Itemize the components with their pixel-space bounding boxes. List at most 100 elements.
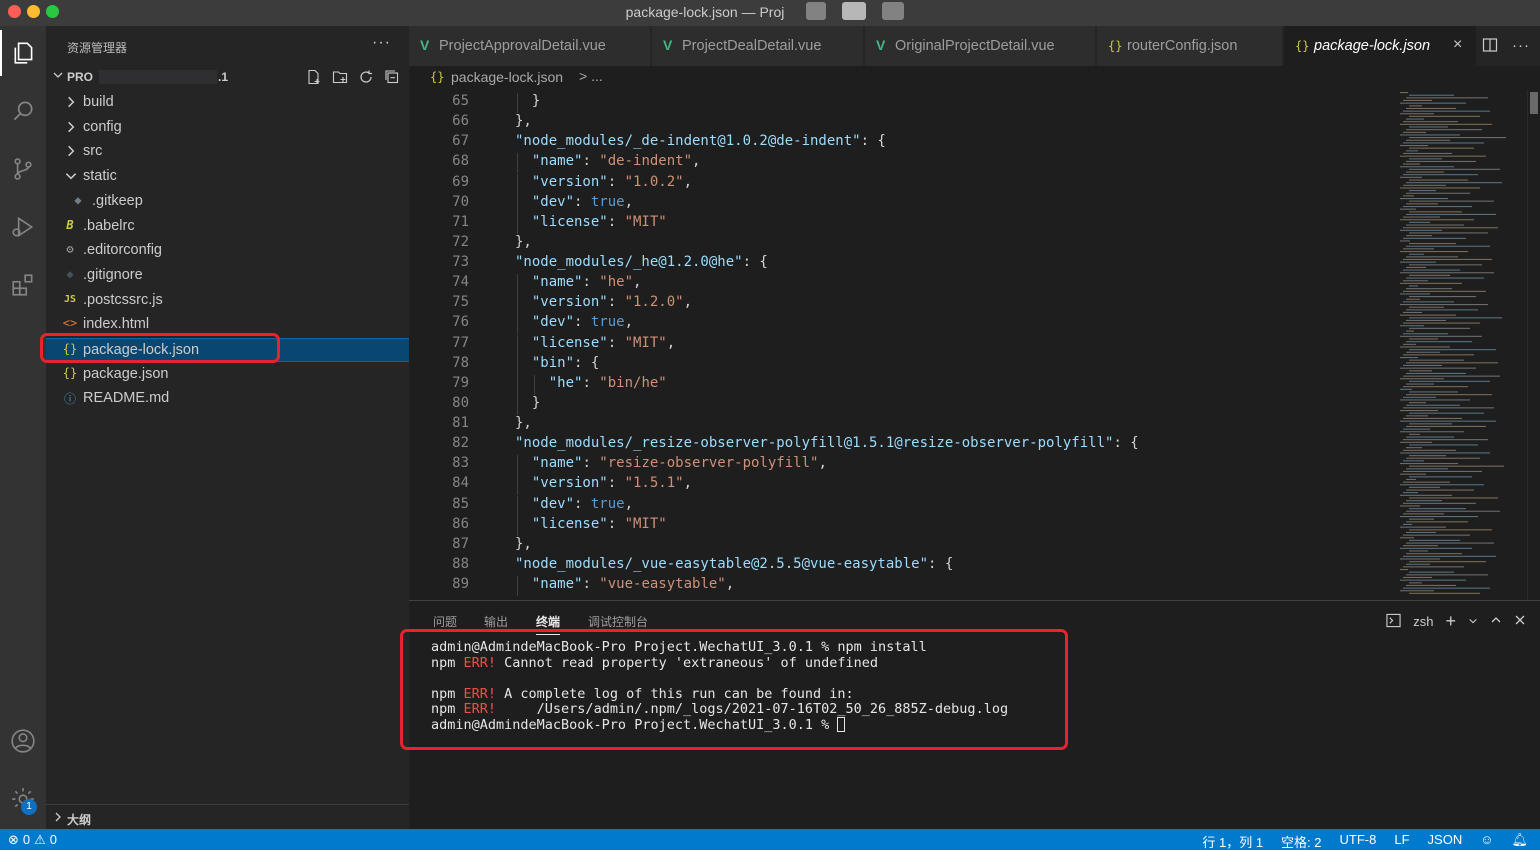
new-terminal-icon[interactable]: + bbox=[1445, 611, 1456, 632]
search-icon[interactable] bbox=[0, 88, 46, 134]
panel-tab[interactable]: 调试控制台 bbox=[588, 613, 648, 630]
new-file-icon[interactable] bbox=[305, 68, 323, 86]
tree-folder[interactable]: static bbox=[46, 165, 409, 189]
code-line[interactable]: 68 "name": "de-indent", bbox=[409, 153, 1394, 173]
code-line[interactable]: 85 "dev": true, bbox=[409, 496, 1394, 516]
code-line[interactable]: 89 "name": "vue-easytable", bbox=[409, 576, 1394, 596]
tab-label: ProjectDealDetail.vue bbox=[682, 38, 822, 54]
panel-tab[interactable]: 终端 bbox=[536, 613, 561, 635]
extensions-icon[interactable] bbox=[0, 262, 46, 308]
tree-file[interactable]: ◆ .gitkeep bbox=[46, 190, 409, 214]
code-line[interactable]: 74 "name": "he", bbox=[409, 274, 1394, 294]
code-line[interactable]: 88 "node_modules/_vue-easytable@2.5.5@vue… bbox=[409, 556, 1394, 576]
code-line[interactable]: 72}, bbox=[409, 234, 1394, 254]
code-line[interactable]: 87}, bbox=[409, 536, 1394, 556]
cursor-position[interactable]: 行 1，列 1 bbox=[1202, 832, 1263, 850]
feedback-icon[interactable]: ☺ bbox=[1480, 832, 1493, 850]
title-bar: package-lock.json — Proj bbox=[0, 0, 1540, 26]
outline-label: 大纲 bbox=[67, 813, 92, 827]
code-line[interactable]: 73 "node_modules/_he@1.2.0@he": { bbox=[409, 254, 1394, 274]
code-token: "node_modules/_resize-observer-polyfill@… bbox=[515, 435, 1114, 452]
tree-file[interactable]: JS .postcssrc.js bbox=[46, 289, 409, 313]
settings-gear-icon[interactable] bbox=[0, 776, 46, 822]
code-line[interactable]: 84 "version": "1.5.1", bbox=[409, 475, 1394, 495]
project-root-row[interactable]: PRO .1 bbox=[46, 66, 409, 88]
explorer-title: 资源管理器 bbox=[67, 41, 128, 55]
code-line[interactable]: 71 "license": "MIT" bbox=[409, 214, 1394, 234]
breadcrumb-file[interactable]: package-lock.json bbox=[451, 69, 563, 85]
tree-folder[interactable]: config bbox=[46, 116, 409, 140]
line-number: 81 bbox=[452, 415, 469, 432]
line-number: 79 bbox=[452, 374, 469, 391]
code-text: "license": "MIT" bbox=[532, 516, 667, 532]
code-line[interactable]: 66}, bbox=[409, 113, 1394, 133]
editor-tab[interactable]: V ProjectDealDetail.vue bbox=[652, 26, 864, 66]
editor-tab[interactable]: {} package-lock.json × bbox=[1284, 26, 1477, 66]
editor-scrollbar-thumb[interactable] bbox=[1530, 92, 1538, 114]
source-control-icon[interactable] bbox=[0, 146, 46, 192]
indentation[interactable]: 空格: 2 bbox=[1281, 832, 1321, 850]
code-token: "bin/he" bbox=[599, 374, 667, 391]
panel-tab[interactable]: 问题 bbox=[433, 613, 457, 630]
tree-file[interactable]: ◆ .gitignore bbox=[46, 264, 409, 288]
code-token: "license" bbox=[531, 213, 608, 230]
more-actions-icon[interactable]: ··· bbox=[1512, 37, 1530, 57]
explorer-icon[interactable] bbox=[0, 30, 46, 76]
code-line[interactable]: 81}, bbox=[409, 415, 1394, 435]
code-line[interactable]: 70 "dev": true, bbox=[409, 194, 1394, 214]
editor-scrollbar[interactable] bbox=[1527, 90, 1540, 600]
more-actions-icon[interactable]: ··· bbox=[372, 34, 391, 52]
code-line[interactable]: 65} bbox=[409, 93, 1394, 113]
tree-file[interactable]: ⚙ .editorconfig bbox=[46, 239, 409, 263]
code-line[interactable]: 76 "dev": true, bbox=[409, 314, 1394, 334]
chevron-down-icon[interactable] bbox=[1468, 614, 1478, 629]
code-line[interactable]: 82 "node_modules/_resize-observer-polyfil… bbox=[409, 435, 1394, 455]
close-tab-icon[interactable]: × bbox=[1453, 36, 1462, 54]
code-line[interactable]: 86 "license": "MIT" bbox=[409, 516, 1394, 536]
panel-tab[interactable]: 输出 bbox=[484, 613, 508, 630]
encoding[interactable]: UTF-8 bbox=[1340, 832, 1377, 850]
file-type-icon: JS bbox=[63, 293, 77, 305]
run-debug-icon[interactable] bbox=[0, 204, 46, 250]
outline-section[interactable]: 大纲 bbox=[46, 804, 409, 829]
terminal-shell-icon[interactable] bbox=[1386, 613, 1401, 631]
code-line[interactable]: 75 "version": "1.2.0", bbox=[409, 294, 1394, 314]
notifications-bell-icon[interactable]: 🔔︎ bbox=[1511, 832, 1528, 850]
maximize-panel-icon[interactable] bbox=[1490, 614, 1502, 629]
tree-folder[interactable]: src bbox=[46, 140, 409, 164]
tree-folder[interactable]: build bbox=[46, 91, 409, 115]
editor-tab[interactable]: V ProjectApprovalDetail.vue bbox=[409, 26, 651, 66]
language-mode[interactable]: JSON bbox=[1428, 832, 1463, 850]
vue-file-icon: V bbox=[420, 37, 430, 53]
code-token: "1.2.0" bbox=[624, 294, 684, 311]
breadcrumb-separator[interactable]: > ... bbox=[579, 68, 603, 84]
code-line[interactable]: 79 "he": "bin/he" bbox=[409, 375, 1394, 395]
code-line[interactable]: 80} bbox=[409, 395, 1394, 415]
code-line[interactable]: 67 "node_modules/_de-indent@1.0.2@de-inde… bbox=[409, 133, 1394, 153]
code-text: }, bbox=[515, 536, 532, 552]
collapse-all-icon[interactable] bbox=[383, 68, 401, 86]
line-ending[interactable]: LF bbox=[1394, 832, 1409, 850]
tree-file[interactable]: {} package.json bbox=[46, 363, 409, 387]
code-token: "license" bbox=[531, 334, 608, 351]
new-folder-icon[interactable] bbox=[331, 68, 349, 86]
editor-tab[interactable]: {} routerConfig.json bbox=[1097, 26, 1283, 66]
editor-tab[interactable]: V OriginalProjectDetail.vue bbox=[865, 26, 1096, 66]
code-editor[interactable]: 65} 66}, 67 "node_modules/_de-indent@1.0.2@… bbox=[409, 90, 1540, 600]
code-line[interactable]: 78 "bin": { bbox=[409, 355, 1394, 375]
close-panel-icon[interactable] bbox=[1514, 614, 1526, 629]
tree-file[interactable]: ⓘ README.md bbox=[46, 387, 409, 411]
refresh-icon[interactable] bbox=[357, 68, 375, 86]
tree-file[interactable]: B .babelrc bbox=[46, 215, 409, 239]
code-line[interactable]: 77 "license": "MIT", bbox=[409, 335, 1394, 355]
split-editor-icon[interactable] bbox=[1482, 37, 1498, 57]
problems-status[interactable]: ⊗ 0 ⚠ 0 bbox=[8, 832, 57, 848]
file-type-icon: B bbox=[66, 217, 74, 232]
account-icon[interactable] bbox=[0, 718, 46, 764]
code-text: "node_modules/_vue-easytable@2.5.5@vue-e… bbox=[515, 556, 953, 572]
code-line[interactable]: 83 "name": "resize-observer-polyfill", bbox=[409, 455, 1394, 475]
code-token: : { bbox=[860, 133, 886, 150]
minimap[interactable] bbox=[1396, 90, 1529, 600]
code-line[interactable]: 69 "version": "1.0.2", bbox=[409, 174, 1394, 194]
terminal-shell-label[interactable]: zsh bbox=[1413, 614, 1433, 629]
